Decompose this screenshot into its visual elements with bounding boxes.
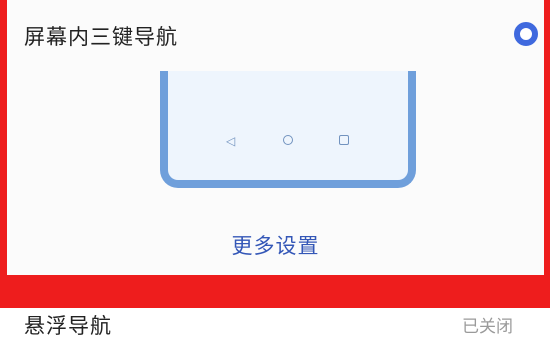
settings-screen: 屏幕内三键导航 ◁ 更多设置 悬浮导航 已关闭: [0, 0, 550, 338]
more-settings-link[interactable]: 更多设置: [7, 230, 544, 260]
highlight-border-right: [544, 0, 550, 275]
highlight-border-bottom: [0, 275, 550, 308]
option-title: 屏幕内三键导航: [24, 25, 178, 49]
home-circle-icon: [283, 135, 293, 145]
phone-illustration: ◁: [160, 71, 416, 188]
recent-square-icon: [339, 135, 349, 145]
back-triangle-icon: ◁: [226, 134, 236, 148]
three-key-nav-option[interactable]: 屏幕内三键导航 ◁ 更多设置: [7, 0, 544, 275]
floating-nav-title[interactable]: 悬浮导航: [24, 310, 112, 340]
highlight-border-left: [0, 0, 7, 275]
radio-selected-icon[interactable]: [514, 22, 538, 46]
